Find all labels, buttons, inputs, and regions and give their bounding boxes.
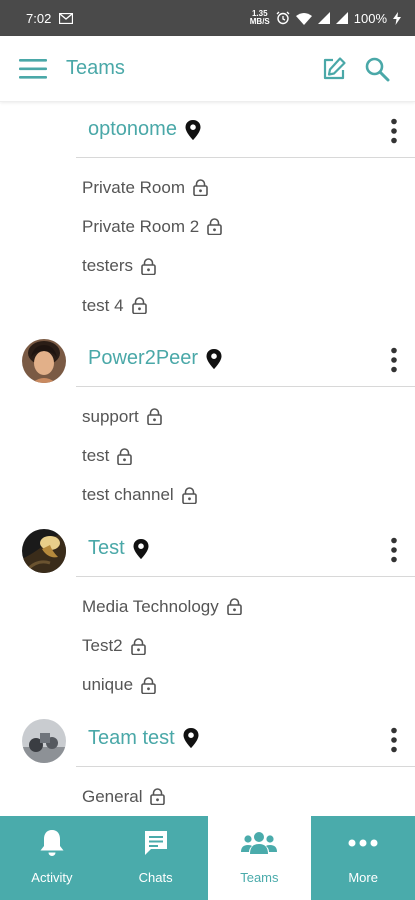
channel-list: support test test channel [0,387,415,521]
team-section: optonome Private Room Private Room 2 tes… [0,102,415,331]
channel-item[interactable]: Private Room 2 [82,207,415,246]
channel-item[interactable]: unique [82,666,415,705]
app-bar: Teams [0,36,415,102]
network-speed: 1.35 MB/S [249,9,270,26]
more-options-icon[interactable] [389,118,399,144]
channel-name: testers [82,256,134,276]
channel-item[interactable]: testers [82,247,415,286]
team-name[interactable]: Test [88,537,125,560]
channel-item[interactable]: support [82,397,415,436]
channel-name: support [82,406,139,426]
location-pin-icon [206,348,222,369]
channel-name: unique [82,675,134,695]
location-pin-icon [183,728,199,749]
status-bar: 7:02 1.35 MB/S 100% [0,0,415,36]
team-avatar[interactable] [22,718,66,763]
nav-label: More [348,870,378,885]
channel-name: Private Room [82,177,185,197]
channel-item[interactable]: test 4 [82,286,415,325]
team-name[interactable]: Power2Peer [88,347,198,370]
wifi-icon [295,12,312,25]
team-header: Power2Peer [0,331,415,388]
channel-name: Test2 [82,636,123,656]
channel-item[interactable]: General [82,777,415,816]
signal-2-icon [335,12,348,24]
location-pin-icon [185,119,201,140]
lock-icon [181,487,197,504]
team-name[interactable]: Team test [88,727,175,750]
page-title: Teams [66,57,125,79]
lock-icon [117,447,133,465]
bell-icon [40,830,64,856]
team-section: Power2Peer support test test channel [0,331,415,521]
team-section: Team test General [0,711,415,816]
team-header: optonome [0,102,415,158]
channel-name: Private Room 2 [82,216,200,236]
teams-icon [241,832,278,854]
channel-item[interactable]: Private Room [82,168,415,207]
nav-label: Activity [31,870,73,885]
lock-icon [141,257,156,275]
nav-teams[interactable]: Teams [207,816,312,900]
battery-charging-icon [393,11,401,25]
lock-icon [130,637,146,655]
more-options-icon[interactable] [389,347,399,373]
team-section: Test Media Technology Test2 unique [0,521,415,711]
nav-label: Teams [240,870,279,885]
hamburger-menu-icon[interactable] [19,57,47,81]
channel-item[interactable]: test [82,436,415,475]
alarm-icon [276,11,290,25]
signal-icon [317,12,330,24]
channel-item[interactable]: Media Technology [82,587,415,626]
channel-name: Media Technology [82,596,219,616]
lock-icon [226,598,242,616]
nav-activity[interactable]: Activity [0,816,104,900]
channel-name: General [82,786,143,806]
nav-label: Chats [138,870,173,885]
channel-list: Private Room Private Room 2 testers test… [0,158,415,331]
lock-icon [193,179,208,197]
location-pin-icon [133,538,149,559]
lock-icon [131,297,147,315]
team-avatar[interactable] [22,339,66,384]
teams-list: optonome Private Room Private Room 2 tes… [0,102,415,816]
more-options-icon[interactable] [389,537,399,563]
status-time: 7:02 [26,10,52,26]
channel-item[interactable]: Test2 [82,626,415,665]
channel-list: General [0,767,415,816]
bottom-navigation: Activity Chats Teams More [0,816,415,900]
chat-icon [144,831,167,855]
search-icon[interactable] [364,56,390,82]
battery-percent: 100% [353,10,387,26]
lock-icon [146,408,162,426]
more-options-icon[interactable] [389,727,399,753]
channel-list: Media Technology Test2 unique [0,577,415,711]
lock-icon [150,788,166,806]
channel-name: test channel [82,485,174,505]
team-name[interactable]: optonome [88,118,177,141]
channel-name: test 4 [82,295,124,315]
edit-icon[interactable] [321,56,347,82]
channel-name: test [82,446,110,466]
nav-more[interactable]: More [311,816,415,900]
nav-chats[interactable]: Chats [103,816,208,900]
lock-icon [141,677,156,694]
team-header: Team test [0,711,415,767]
team-header: Test [0,521,415,578]
lock-icon [207,218,222,236]
more-icon [348,839,378,847]
gmail-notification-icon [59,12,74,24]
team-avatar[interactable] [22,529,66,574]
channel-item[interactable]: test channel [82,476,415,515]
